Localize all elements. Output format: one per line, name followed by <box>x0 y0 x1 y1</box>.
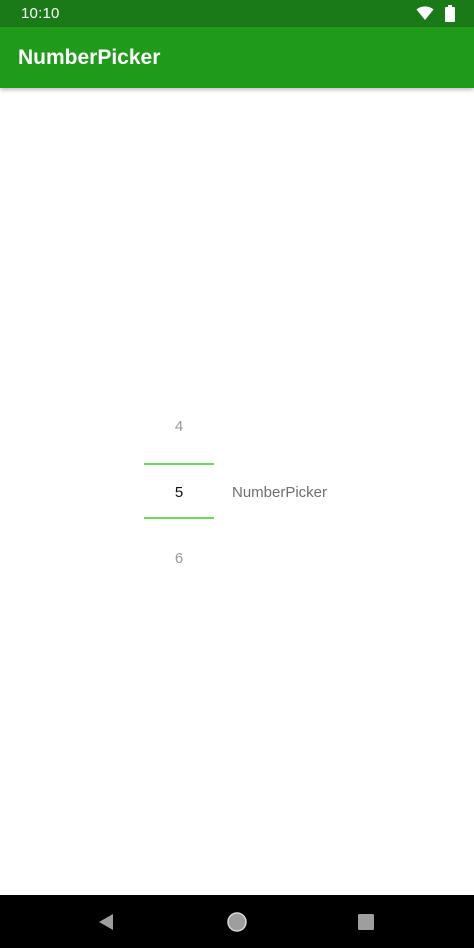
picker-divider-top <box>144 463 214 465</box>
recents-button[interactable] <box>336 895 396 948</box>
app-bar: NumberPicker <box>0 27 474 88</box>
status-icons <box>416 5 456 22</box>
back-button[interactable] <box>76 895 136 948</box>
number-picker[interactable]: 4 5 6 <box>144 396 214 592</box>
picker-previous-value[interactable]: 4 <box>144 418 214 435</box>
back-icon <box>99 913 113 930</box>
home-button[interactable] <box>207 895 267 948</box>
page-title: NumberPicker <box>18 46 161 69</box>
status-bar: 10:10 <box>0 0 474 27</box>
picker-label: NumberPicker <box>232 484 328 501</box>
status-time: 10:10 <box>21 5 60 22</box>
wifi-icon <box>416 6 434 20</box>
recents-icon <box>358 913 374 930</box>
picker-selected-value[interactable]: 5 <box>144 484 214 501</box>
battery-icon <box>445 5 455 22</box>
picker-next-value[interactable]: 6 <box>144 550 214 567</box>
picker-divider-bottom <box>144 517 214 519</box>
navigation-bar <box>0 895 474 948</box>
home-icon <box>227 911 247 932</box>
